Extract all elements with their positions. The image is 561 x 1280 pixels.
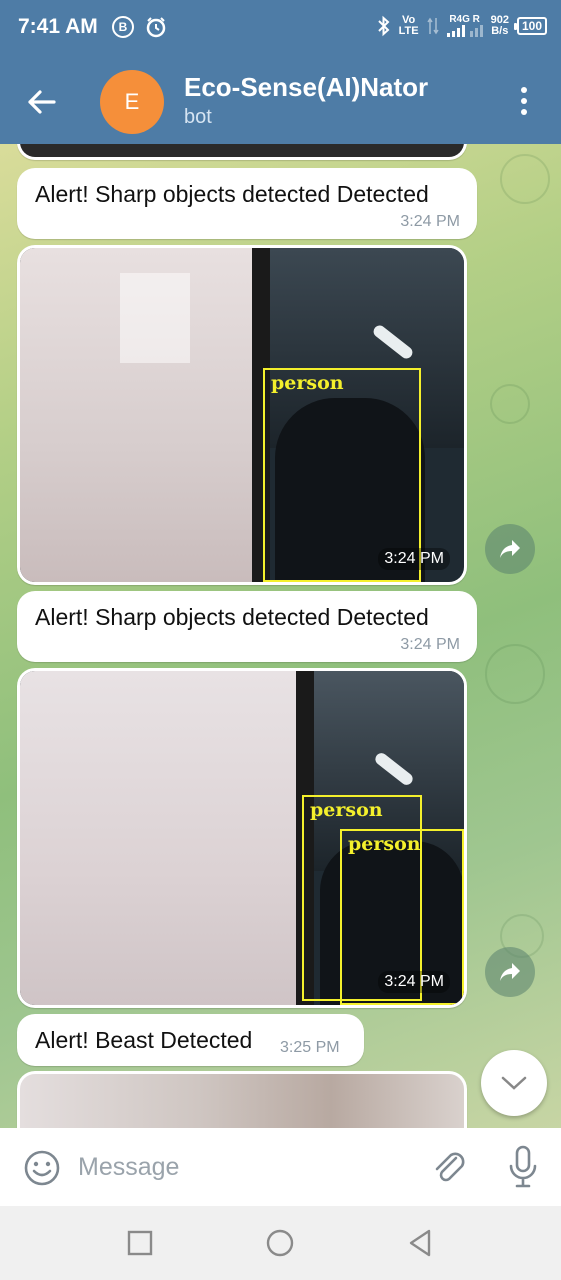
b-badge-icon: B <box>112 16 134 38</box>
message-input-bar <box>0 1128 561 1206</box>
window-glare <box>120 273 190 363</box>
detection-label: person <box>310 799 383 821</box>
share-button[interactable] <box>485 947 535 997</box>
chat-subtitle: bot <box>184 106 212 128</box>
photo-image <box>20 1074 464 1128</box>
recents-square-icon[interactable] <box>125 1228 155 1258</box>
scroll-down-button[interactable] <box>481 1050 547 1116</box>
message-time: 3:24 PM <box>400 213 460 230</box>
message-input[interactable] <box>78 1146 398 1188</box>
message-time: 3:25 PM <box>280 1039 340 1056</box>
previous-photo-message[interactable] <box>17 144 467 160</box>
carrier-top: R4G <box>449 14 470 25</box>
emoji-icon[interactable] <box>22 1148 62 1188</box>
detection-label: person <box>271 372 344 394</box>
chat-area[interactable]: Alert! Sharp objects detected Detected 3… <box>0 144 561 1128</box>
photo-message[interactable]: person person 3:24 PM <box>17 668 467 1008</box>
chat-header: E Eco-Sense(AI)Nator bot <box>0 58 561 144</box>
back-triangle-icon[interactable] <box>405 1228 435 1258</box>
signal-icon <box>446 25 483 37</box>
paperclip-icon[interactable] <box>428 1146 470 1188</box>
speed-unit: B/s <box>491 24 509 37</box>
share-button[interactable] <box>485 524 535 574</box>
message-bubble[interactable]: Alert! Sharp objects detected Detected 3… <box>17 591 477 662</box>
share-arrow-icon <box>500 963 520 981</box>
status-indicators: Vo LTE R4G R 902 B/s 100 <box>377 14 547 37</box>
carrier-letter: R <box>472 14 480 25</box>
message-bubble[interactable]: Alert! Beast Detected 3:25 PM <box>17 1014 364 1066</box>
status-bar: 7:41 AM B Vo LTE R4G R 902 B/s 100 <box>0 0 561 58</box>
share-arrow-icon <box>500 540 520 558</box>
chat-title[interactable]: Eco-Sense(AI)Nator <box>184 72 428 103</box>
photo-time: 3:24 PM <box>378 548 450 570</box>
system-nav-bar <box>0 1206 561 1280</box>
photo-message[interactable] <box>17 1071 467 1128</box>
chevron-down-icon <box>501 1076 527 1090</box>
network-speed: 902 B/s <box>490 13 509 37</box>
volte-icon: Vo LTE <box>398 13 419 37</box>
data-arrows-icon <box>426 17 439 34</box>
speed-value: 902 <box>490 13 509 26</box>
bluetooth-icon <box>377 15 390 36</box>
message-text: Alert! Sharp objects detected Detected <box>35 181 429 207</box>
volte-bottom: LTE <box>398 24 419 37</box>
message-bubble[interactable]: Alert! Sharp objects detected Detected 3… <box>17 168 477 239</box>
volte-top: Vo <box>402 13 416 26</box>
more-vertical-icon[interactable] <box>512 84 536 118</box>
phone-screen <box>20 671 302 1005</box>
home-circle-icon[interactable] <box>265 1228 295 1258</box>
microphone-icon[interactable] <box>506 1144 540 1190</box>
photo-image: person person 3:24 PM <box>20 671 464 1005</box>
message-text: Alert! Beast Detected <box>35 1027 253 1053</box>
detection-label: person <box>348 833 421 855</box>
battery-icon: 100 <box>513 16 547 35</box>
photo-message[interactable]: person 3:24 PM <box>17 245 467 585</box>
back-arrow-icon[interactable] <box>22 82 62 122</box>
photo-time: 3:24 PM <box>378 971 450 993</box>
message-text: Alert! Sharp objects detected Detected <box>35 604 429 630</box>
photo-image: person 3:24 PM <box>20 248 464 582</box>
signal-group: R4G R <box>446 14 483 37</box>
avatar[interactable]: E <box>100 70 164 134</box>
alarm-icon <box>146 17 166 38</box>
status-time: 7:41 AM <box>18 15 98 38</box>
message-time: 3:24 PM <box>400 636 460 653</box>
